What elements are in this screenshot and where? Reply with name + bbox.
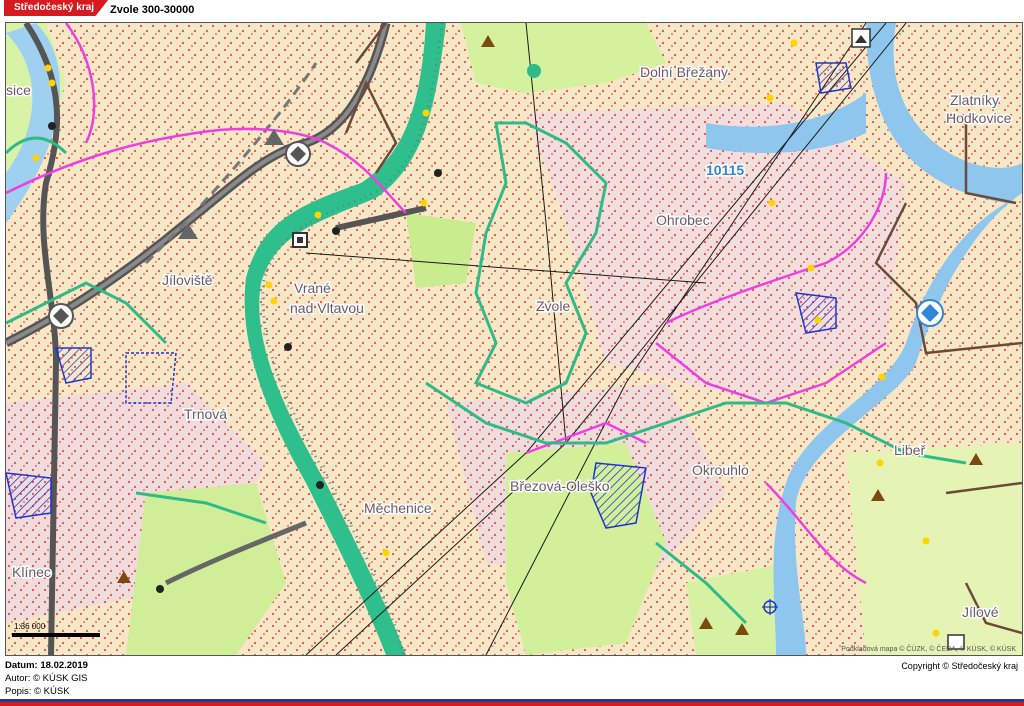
- author-line: Autor: © KÚSK GIS: [5, 673, 88, 684]
- place-label: nad Vltavou: [290, 300, 364, 316]
- legend-line: Popis: © KÚSK: [5, 686, 70, 697]
- place-label: Dolní Břežany: [640, 64, 728, 80]
- place-label: Zlatníky: [950, 92, 999, 108]
- place-label: Okrouhlo: [692, 462, 749, 478]
- footer: Datum: 18.02.2019 Autor: © KÚSK GIS Popi…: [0, 656, 1024, 706]
- place-label: Zvole: [536, 298, 570, 314]
- interchange-icon-west[interactable]: [48, 303, 74, 329]
- road-number-label: 10115: [706, 162, 744, 178]
- place-label: Trnová: [184, 406, 227, 422]
- port-icon[interactable]: [916, 299, 944, 327]
- svg-text:1:36 000: 1:36 000: [14, 622, 46, 631]
- green-point-icon: [527, 64, 541, 78]
- date-line: Datum: 18.02.2019: [5, 660, 88, 671]
- interchange-icon[interactable]: [285, 141, 311, 167]
- landmark-icon[interactable]: [851, 28, 871, 48]
- place-label: Libeř: [894, 442, 925, 458]
- place-label: Klínec: [12, 564, 51, 580]
- header: Středočeský kraj Zvole 300-30000: [0, 0, 1024, 22]
- map-attribution: Podkladová mapa © ČÚZK, © ČEDA, © KÚSK, …: [841, 644, 1016, 653]
- map-canvas[interactable]: sice Dolní Břežany Zlatníky Hodkovice Oh…: [5, 22, 1023, 656]
- place-label: Hodkovice: [946, 110, 1012, 126]
- place-label: Měchenice: [364, 500, 432, 516]
- place-label: sice: [6, 82, 31, 98]
- footer-stripe-red: [0, 702, 1024, 706]
- place-label: Jíloviště: [162, 272, 213, 288]
- station-icon[interactable]: [292, 232, 308, 248]
- place-label: Březová-Oleško: [510, 478, 610, 494]
- map-title: Zvole 300-30000: [110, 4, 195, 16]
- copyright: Copyright © Středočeský kraj: [901, 661, 1018, 671]
- place-label: Ohrobec: [656, 212, 710, 228]
- place-label: Vrané: [294, 280, 331, 296]
- place-label: Jílové: [962, 604, 999, 620]
- region-tab[interactable]: Středočeský kraj: [4, 0, 109, 16]
